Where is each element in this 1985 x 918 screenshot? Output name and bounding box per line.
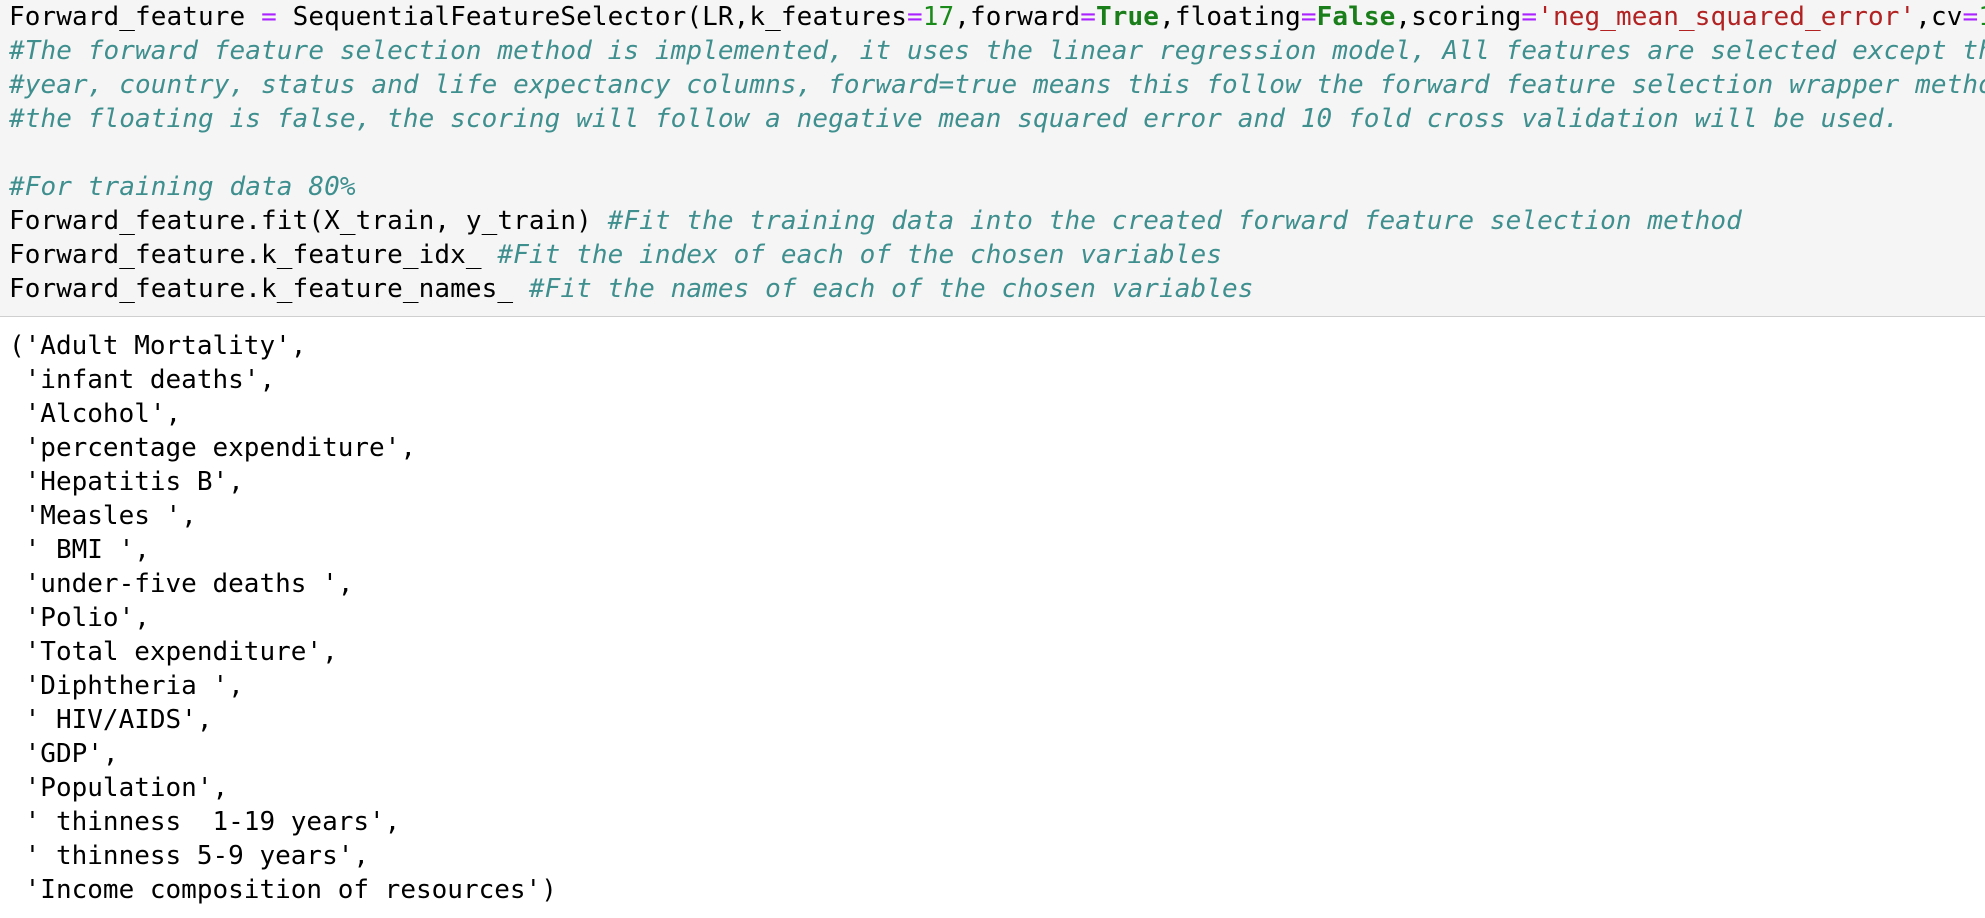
output-line: ' HIV/AIDS', bbox=[9, 705, 213, 735]
code-input-cell[interactable]: Forward_feature = SequentialFeatureSelec… bbox=[0, 0, 1985, 317]
keyword-token: False bbox=[1316, 2, 1396, 32]
operator-token: = bbox=[261, 2, 277, 32]
output-line: 'Population', bbox=[9, 773, 229, 803]
output-line: 'under-five deaths ', bbox=[9, 569, 354, 599]
code-token: ,floating bbox=[1159, 2, 1301, 32]
operator-token: = bbox=[1962, 2, 1979, 32]
output-line: ' thinness 1-19 years', bbox=[9, 807, 401, 837]
number-token: 10 bbox=[1978, 2, 1985, 32]
output-line: 'Diphtheria ', bbox=[9, 671, 244, 701]
code-token: Forward_feature.fit(X_train, y_train) bbox=[9, 206, 608, 236]
output-line: 'Income composition of resources') bbox=[9, 875, 557, 905]
comment-token: #Fit the index of each of the chosen var… bbox=[497, 240, 1223, 270]
output-line: 'Alcohol', bbox=[9, 399, 182, 429]
code-line-7: Forward_feature.fit(X_train, y_train) #F… bbox=[9, 204, 1985, 238]
code-line-1: Forward_feature = SequentialFeatureSelec… bbox=[9, 0, 1985, 34]
code-comment-line-4: #the floating is false, the scoring will… bbox=[9, 104, 1900, 134]
code-token: ,forward bbox=[954, 2, 1081, 32]
output-line: 'Measles ', bbox=[9, 501, 197, 531]
operator-token: = bbox=[1080, 2, 1097, 32]
operator-token: = bbox=[1521, 2, 1538, 32]
output-line: ' BMI ', bbox=[9, 535, 150, 565]
keyword-token: True bbox=[1096, 2, 1160, 32]
output-line: 'GDP', bbox=[9, 739, 119, 769]
string-token: 'neg_mean_squared_error' bbox=[1537, 2, 1916, 32]
code-comment-line-2: #The forward feature selection method is… bbox=[9, 36, 1985, 66]
number-token: 17 bbox=[922, 2, 955, 32]
output-line: 'infant deaths', bbox=[9, 365, 276, 395]
code-comment-line-3: #year, country, status and life expectan… bbox=[9, 70, 1985, 100]
output-line: 'Total expenditure', bbox=[9, 637, 338, 667]
comment-token: #Fit the training data into the created … bbox=[607, 206, 1742, 236]
output-line: 'Hepatitis B', bbox=[9, 467, 244, 497]
code-token: SequentialFeatureSelector(LR,k_features bbox=[276, 2, 907, 32]
comment-token: #Fit the names of each of the chosen var… bbox=[528, 274, 1254, 304]
operator-token: = bbox=[906, 2, 923, 32]
output-line: ('Adult Mortality', bbox=[9, 331, 307, 361]
code-token: Forward_feature.k_feature_idx_ bbox=[9, 240, 498, 270]
code-line-9: Forward_feature.k_feature_names_ #Fit th… bbox=[9, 272, 1985, 306]
code-token: Forward_feature bbox=[9, 2, 262, 32]
code-output-cell: ('Adult Mortality', 'infant deaths', 'Al… bbox=[0, 317, 1985, 918]
operator-token: = bbox=[1300, 2, 1317, 32]
output-line: 'Polio', bbox=[9, 603, 150, 633]
code-token: ,cv bbox=[1915, 2, 1963, 32]
output-line: 'percentage expenditure', bbox=[9, 433, 416, 463]
code-line-8: Forward_feature.k_feature_idx_ #Fit the … bbox=[9, 238, 1985, 272]
output-line: ' thinness 5-9 years', bbox=[9, 841, 370, 871]
code-token: ,scoring bbox=[1395, 2, 1522, 32]
code-token: Forward_feature.k_feature_names_ bbox=[9, 274, 529, 304]
code-comment-line-6: #For training data 80% bbox=[9, 172, 356, 202]
